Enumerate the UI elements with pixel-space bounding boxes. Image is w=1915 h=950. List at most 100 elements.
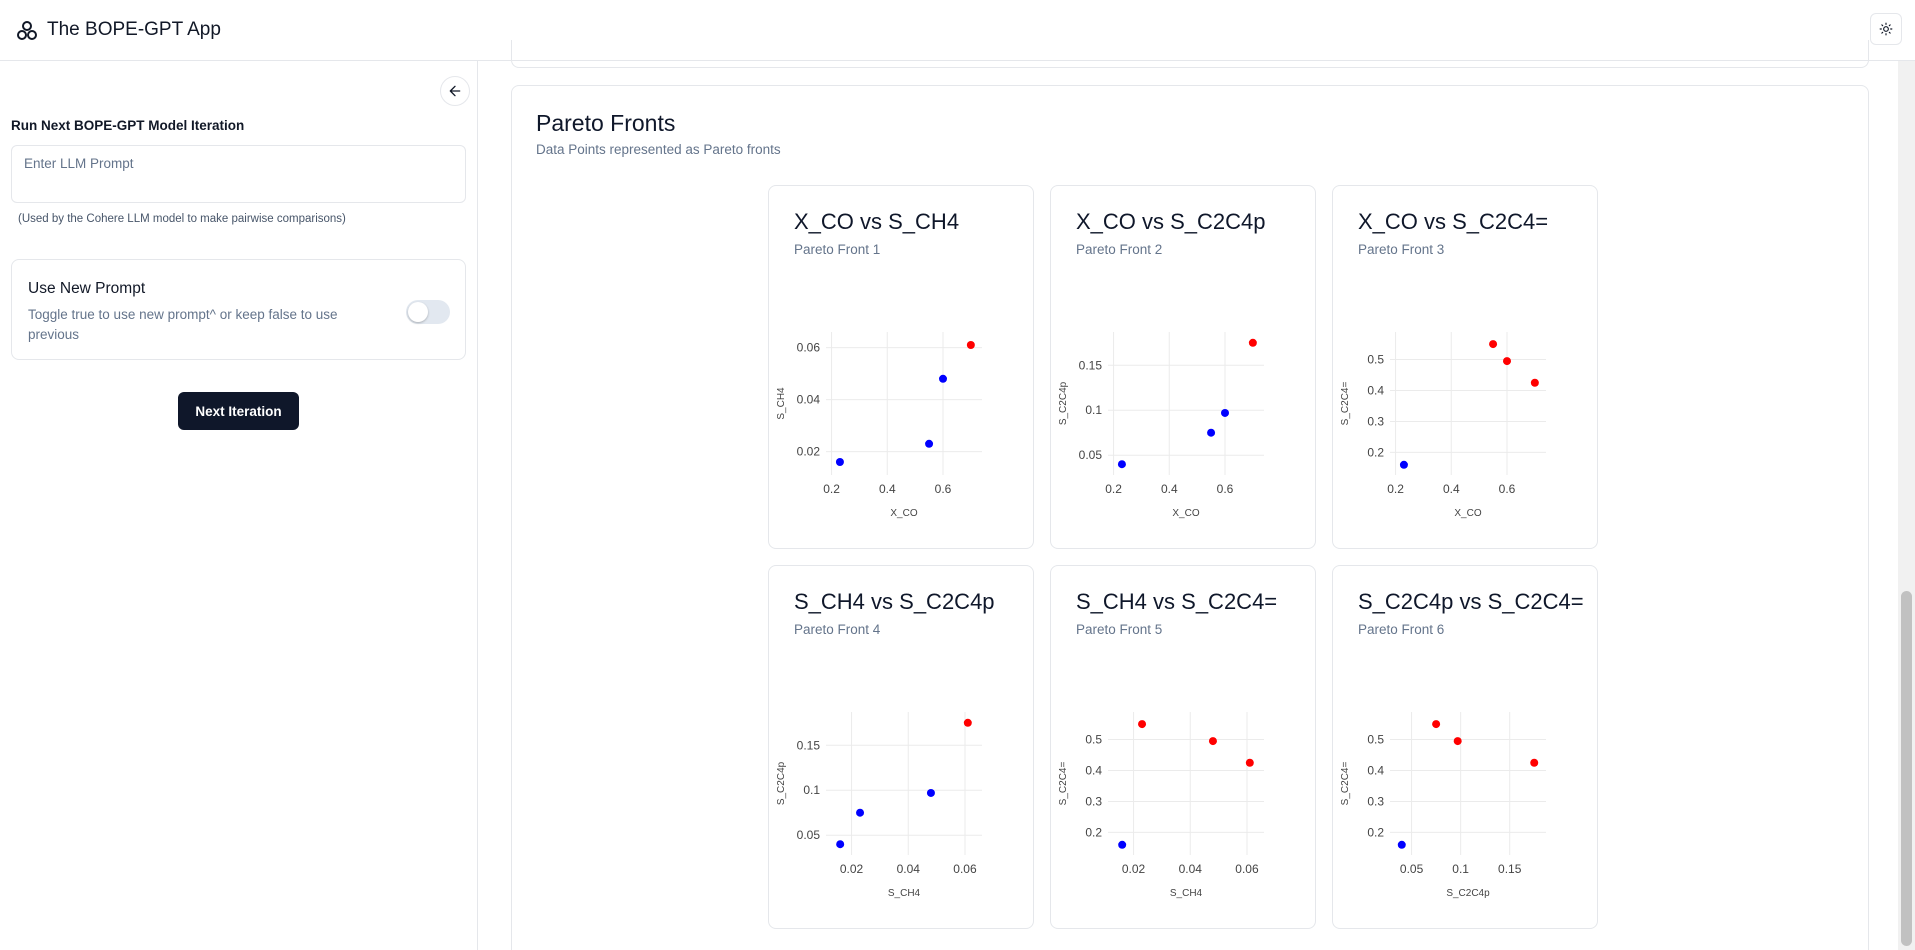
pareto-point[interactable]	[1432, 720, 1441, 729]
y-tick-label: 0.3	[1085, 794, 1102, 808]
dominated-point[interactable]	[1207, 428, 1216, 437]
pareto-point[interactable]	[1453, 737, 1462, 746]
theme-toggle-button[interactable]	[1870, 13, 1902, 45]
x-tick-label: 0.2	[1105, 482, 1122, 496]
dominated-point[interactable]	[925, 439, 934, 448]
y-tick-label: 0.3	[1367, 414, 1384, 428]
dominated-point[interactable]	[856, 808, 865, 817]
scrollbar-thumb[interactable]	[1901, 591, 1912, 946]
pareto-chart-card: S_CH4 vs S_C2C4p Pareto Front 4 0.02 0.04 0.…	[768, 565, 1034, 929]
section-subtitle: Data Points represented as Pareto fronts	[536, 142, 781, 157]
dominated-point[interactable]	[835, 458, 844, 466]
arrow-left-icon	[449, 85, 461, 97]
pareto-point[interactable]	[1530, 758, 1539, 767]
x-tick-label: 0.4	[1443, 482, 1460, 496]
section-title: Pareto Fronts	[536, 110, 676, 136]
y-tick-label: 0.5	[1367, 353, 1384, 367]
y-axis-label: S_C2C4=	[1340, 382, 1351, 426]
x-tick-label: 0.2	[823, 482, 840, 496]
dominated-point[interactable]	[836, 840, 845, 849]
toggle-title: Use New Prompt	[28, 280, 146, 297]
y-tick-label: 0.3	[1367, 794, 1384, 808]
y-tick-label: 0.15	[797, 738, 821, 752]
sidebar: Run Next BOPE-GPT Model Iteration (Used …	[0, 61, 478, 950]
y-tick-label: 0.06	[797, 341, 821, 355]
pareto-chart-card: S_CH4 vs S_C2C4= Pareto Front 5 0.02 0.04 0.…	[1050, 565, 1316, 929]
dominated-point[interactable]	[1117, 460, 1126, 469]
collapse-sidebar-button[interactable]	[440, 76, 470, 106]
pareto-point[interactable]	[1489, 340, 1498, 349]
y-axis-label: S_CH4	[776, 387, 787, 420]
y-tick-label: 0.4	[1085, 764, 1102, 778]
x-tick-label: 0.06	[1235, 862, 1259, 876]
x-tick-label: 0.15	[1498, 862, 1522, 876]
pareto-chart-card: X_CO vs S_C2C4p Pareto Front 2 0.2 0.4 0.6 0.…	[1050, 185, 1316, 549]
y-tick-label: 0.2	[1085, 825, 1102, 839]
x-axis-label: X_CO	[890, 508, 917, 519]
x-axis-label: X_CO	[1172, 508, 1199, 519]
x-axis-label: S_CH4	[1170, 888, 1203, 899]
y-tick-label: 0.02	[797, 445, 821, 459]
use-new-prompt-switch[interactable]	[406, 300, 450, 324]
y-axis-label: S_C2C4p	[1058, 381, 1069, 425]
dominated-point[interactable]	[939, 374, 947, 383]
scatter-plot: 0.02 0.04 0.06 0.2 0.3 0.4 0.5 S_CH4 S_C2C4=	[1058, 712, 1264, 899]
y-tick-label: 0.5	[1367, 733, 1384, 747]
next-iteration-button[interactable]: Next Iteration	[178, 392, 299, 430]
sun-icon	[1879, 22, 1893, 36]
y-axis-label: S_C2C4=	[1058, 762, 1069, 806]
pareto-point[interactable]	[1245, 758, 1254, 767]
x-tick-label: 0.4	[1161, 482, 1178, 496]
y-tick-label: 0.2	[1367, 825, 1384, 839]
llm-prompt-input[interactable]	[11, 145, 466, 203]
pareto-point[interactable]	[1208, 737, 1217, 746]
x-tick-label: 0.04	[897, 862, 921, 876]
prompt-hint: (Used by the Cohere LLM model to make pa…	[18, 213, 346, 225]
pareto-chart-card: S_C2C4p vs S_C2C4= Pareto Front 6 0.05 0.1 0…	[1332, 565, 1598, 929]
scatter-plot: 0.2 0.4 0.6 0.2 0.3 0.4 0.5 X_CO S_C2C4=	[1340, 332, 1546, 519]
run-iteration-heading: Run Next BOPE-GPT Model Iteration	[11, 118, 245, 133]
pareto-chart-card: X_CO vs S_CH4 Pareto Front 1 0.2 0.4 0.6 0.02…	[768, 185, 1034, 549]
previous-card-bottom	[511, 40, 1869, 68]
use-new-prompt-card: Use New Prompt Toggle true to use new pr…	[11, 259, 466, 360]
x-axis-label: S_C2C4p	[1446, 888, 1490, 899]
y-tick-label: 0.04	[797, 393, 821, 407]
x-tick-label: 0.2	[1387, 482, 1404, 496]
dominated-point[interactable]	[926, 788, 935, 797]
pareto-chart-card: X_CO vs S_C2C4= Pareto Front 3 0.2 0.4 0.6 0.…	[1332, 185, 1598, 549]
y-tick-label: 0.4	[1367, 384, 1384, 398]
y-tick-label: 0.15	[1079, 358, 1103, 372]
y-tick-label: 0.1	[1085, 403, 1102, 417]
scatter-plot: 0.2 0.4 0.6 0.05 0.1 0.15 X_CO S_C2C4p	[1058, 332, 1264, 519]
x-tick-label: 0.04	[1179, 862, 1203, 876]
y-tick-label: 0.4	[1367, 764, 1384, 778]
dominated-point[interactable]	[1221, 408, 1229, 417]
pareto-point[interactable]	[1503, 357, 1511, 366]
y-axis-label: S_C2C4p	[776, 761, 787, 805]
pareto-point[interactable]	[963, 718, 972, 727]
page-scrollbar[interactable]	[1898, 61, 1915, 950]
dominated-point[interactable]	[1397, 840, 1406, 849]
x-tick-label: 0.02	[1122, 862, 1146, 876]
pareto-point[interactable]	[966, 341, 975, 349]
y-axis-label: S_C2C4=	[1340, 762, 1351, 806]
pareto-point[interactable]	[1138, 720, 1147, 729]
x-tick-label: 0.02	[840, 862, 864, 876]
dominated-point[interactable]	[1118, 840, 1127, 849]
x-tick-label: 0.6	[1217, 482, 1234, 496]
x-axis-label: S_CH4	[888, 888, 921, 899]
x-axis-label: X_CO	[1454, 508, 1481, 519]
dominated-point[interactable]	[1399, 460, 1408, 469]
scatter-plot: 0.2 0.4 0.6 0.02 0.04 0.06 X_CO S_CH4	[776, 332, 982, 519]
y-tick-label: 0.2	[1367, 445, 1384, 459]
x-tick-label: 0.6	[1499, 482, 1516, 496]
x-tick-label: 0.06	[953, 862, 977, 876]
scatter-plot: 0.02 0.04 0.06 0.05 0.1 0.15 S_CH4 S_C2C4p	[776, 712, 982, 899]
pareto-point[interactable]	[1530, 378, 1539, 387]
pareto-point[interactable]	[1248, 338, 1257, 347]
network-logo-icon	[17, 21, 37, 40]
y-tick-label: 0.1	[803, 783, 820, 797]
app-title: The BOPE-GPT App	[47, 19, 221, 40]
x-tick-label: 0.4	[879, 482, 896, 496]
x-tick-label: 0.05	[1400, 862, 1424, 876]
